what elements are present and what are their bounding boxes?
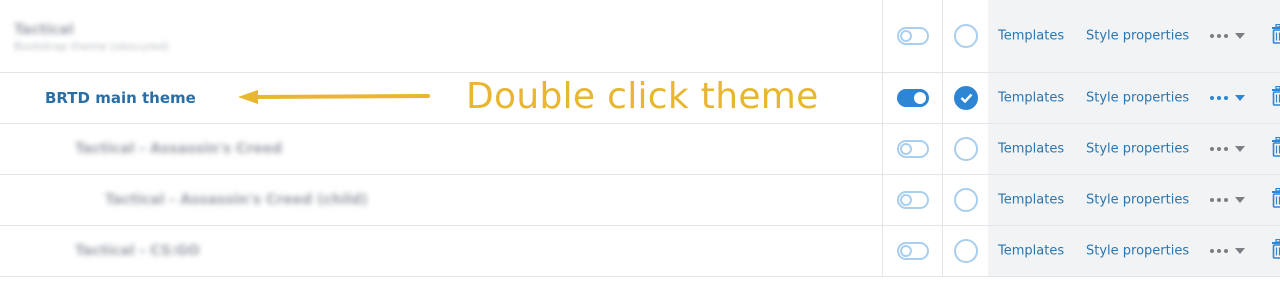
templates-link[interactable]: Templates [998, 29, 1064, 44]
ellipsis-dot [1224, 96, 1228, 100]
toggle-knob [900, 30, 912, 42]
templates-link[interactable]: Templates [998, 142, 1064, 157]
enable-toggle[interactable] [897, 27, 929, 45]
trash-icon[interactable] [1271, 85, 1280, 110]
enable-cell [882, 0, 943, 72]
ellipsis-dot [1217, 147, 1221, 151]
ellipsis-icon [1210, 249, 1214, 253]
default-cell [942, 226, 988, 276]
templates-link[interactable]: Templates [998, 91, 1064, 106]
ellipsis-dot [1217, 34, 1221, 38]
annotation-label: Double click theme [466, 76, 819, 117]
caret-down-icon [1235, 197, 1245, 203]
theme-row[interactable]: Tactical - Assassin's Creed Templates St… [0, 124, 1280, 175]
theme-name-cell: Tactical - Assassin's Creed [0, 124, 882, 174]
ellipsis-dot [1217, 198, 1221, 202]
ellipsis-icon [1210, 34, 1214, 38]
default-radio[interactable] [954, 188, 978, 212]
style-properties-link[interactable]: Style properties [1086, 193, 1189, 208]
ellipsis-icon [1210, 147, 1214, 151]
trash-icon[interactable] [1271, 187, 1280, 212]
more-menu-button[interactable] [1210, 194, 1250, 206]
default-radio[interactable] [954, 24, 978, 48]
default-radio[interactable] [954, 137, 978, 161]
trash-icon[interactable] [1271, 238, 1280, 263]
ellipsis-dot [1224, 34, 1228, 38]
themes-table: Tactical Bootstrap theme (obscured) Temp… [0, 0, 1280, 282]
caret-down-icon [1235, 33, 1245, 39]
templates-link[interactable]: Templates [998, 193, 1064, 208]
more-menu-button[interactable] [1210, 245, 1250, 257]
caret-down-icon [1235, 248, 1245, 254]
theme-name-obscured: Tactical - Assassin's Creed [75, 141, 283, 157]
caret-down-icon [1235, 95, 1245, 101]
theme-name-obscured: Tactical - CS:GO [75, 243, 200, 259]
more-menu-button[interactable] [1210, 30, 1250, 42]
style-properties-link[interactable]: Style properties [1086, 29, 1189, 44]
theme-row[interactable]: Tactical - CS:GO Templates Style propert… [0, 226, 1280, 277]
enable-toggle[interactable] [897, 242, 929, 260]
checkmark-icon [960, 93, 973, 103]
default-cell [942, 175, 988, 225]
theme-name-obscured: Tactical - Assassin's Creed (child) [105, 192, 368, 208]
theme-name-obscured: Tactical [14, 22, 74, 38]
default-radio[interactable] [954, 239, 978, 263]
ellipsis-icon [1210, 96, 1214, 100]
default-cell [942, 124, 988, 174]
default-cell [942, 0, 988, 72]
ellipsis-dot [1217, 96, 1221, 100]
caret-down-icon [1235, 146, 1245, 152]
enable-toggle[interactable] [897, 89, 929, 107]
enable-toggle[interactable] [897, 140, 929, 158]
ellipsis-dot [1224, 249, 1228, 253]
more-menu-button[interactable] [1210, 92, 1250, 104]
enable-cell [882, 73, 943, 123]
enable-cell [882, 226, 943, 276]
toggle-knob [900, 245, 912, 257]
row-actions: Templates Style properties [988, 226, 1280, 276]
ellipsis-dot [1224, 198, 1228, 202]
trash-icon[interactable] [1271, 136, 1280, 161]
toggle-knob [900, 194, 912, 206]
annotation-arrow-icon [238, 90, 430, 104]
theme-name-cell: Tactical - CS:GO [0, 226, 882, 276]
theme-subtitle-obscured: Bootstrap theme (obscured) [14, 40, 170, 53]
style-properties-link[interactable]: Style properties [1086, 244, 1189, 259]
theme-title[interactable]: BRTD main theme [45, 89, 196, 107]
row-actions: Templates Style properties [988, 175, 1280, 225]
default-radio[interactable] [954, 86, 978, 110]
row-actions: Templates Style properties [988, 0, 1280, 72]
theme-row[interactable]: Tactical - Assassin's Creed (child) Temp… [0, 175, 1280, 226]
enable-cell [882, 175, 943, 225]
enable-toggle[interactable] [897, 191, 929, 209]
row-actions: Templates Style properties [988, 73, 1280, 123]
ellipsis-dot [1224, 147, 1228, 151]
templates-link[interactable]: Templates [998, 244, 1064, 259]
default-cell [942, 73, 988, 123]
toggle-knob [914, 92, 926, 104]
style-properties-link[interactable]: Style properties [1086, 91, 1189, 106]
ellipsis-icon [1210, 198, 1214, 202]
row-actions: Templates Style properties [988, 124, 1280, 174]
theme-name-cell: Tactical - Assassin's Creed (child) [0, 175, 882, 225]
ellipsis-dot [1217, 249, 1221, 253]
theme-row[interactable]: Tactical Bootstrap theme (obscured) Temp… [0, 0, 1280, 73]
toggle-knob [900, 143, 912, 155]
enable-cell [882, 124, 943, 174]
style-properties-link[interactable]: Style properties [1086, 142, 1189, 157]
trash-icon[interactable] [1271, 23, 1280, 48]
more-menu-button[interactable] [1210, 143, 1250, 155]
theme-name-cell: Tactical Bootstrap theme (obscured) [0, 0, 882, 72]
